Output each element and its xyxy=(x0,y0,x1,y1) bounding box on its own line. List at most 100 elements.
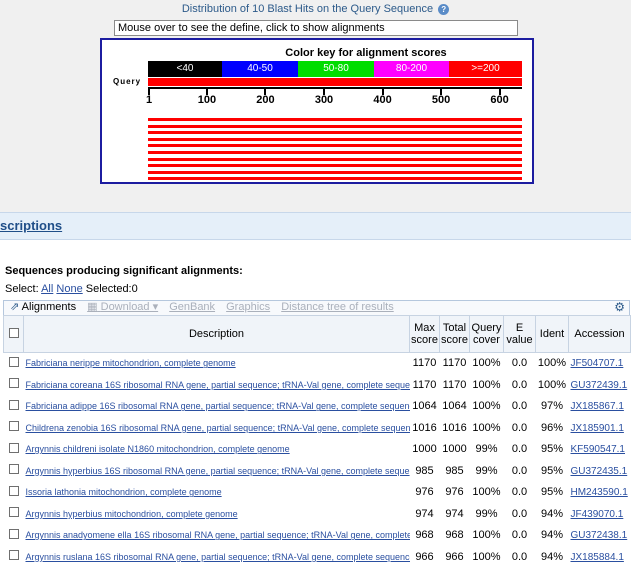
hit-bar[interactable] xyxy=(148,144,522,148)
hit-bar[interactable] xyxy=(148,164,522,168)
row-check-cell xyxy=(4,353,24,375)
distance-tree-link[interactable]: Distance tree of results xyxy=(281,301,394,313)
header-accession[interactable]: Accession xyxy=(568,315,631,353)
descriptions-heading[interactable]: scriptions xyxy=(0,218,62,233)
hit-bar[interactable] xyxy=(148,151,522,154)
hit-bar[interactable] xyxy=(148,157,522,161)
axis-tick-label: 1 xyxy=(145,94,153,106)
e-value-cell: 0.0 xyxy=(511,400,528,413)
accession-cell: JF439070.1 xyxy=(569,503,631,525)
row-checkbox[interactable] xyxy=(8,464,19,475)
color-key-cell: 80-200 xyxy=(374,61,449,77)
header-description[interactable]: Description xyxy=(23,315,410,353)
description-cell: Argynnis childreni isolate N1860 mitocho… xyxy=(24,439,410,461)
row-checkbox[interactable] xyxy=(8,485,19,496)
e-value-cell: 0.0 xyxy=(511,464,528,477)
select-none-link[interactable]: None xyxy=(56,283,82,295)
row-checkbox[interactable] xyxy=(8,421,19,432)
accession-link[interactable]: JX185884.1 xyxy=(571,552,624,563)
accession-link[interactable]: KF590547.1 xyxy=(571,444,626,455)
accession-link[interactable]: GU372439.1 xyxy=(571,380,628,391)
max-score-cell: 985 xyxy=(415,464,434,477)
description-link[interactable]: Childrena zenobia 16S ribosomal RNA gene… xyxy=(26,423,410,433)
description-cell: Fabriciana coreana 16S ribosomal RNA gen… xyxy=(24,374,410,396)
accession-link[interactable]: GU372435.1 xyxy=(571,466,628,477)
header-e-value[interactable]: Evalue xyxy=(503,315,536,353)
description-link[interactable]: Argynnis hyperbius 16S ribosomal RNA gen… xyxy=(26,466,410,476)
description-link[interactable]: Argynnis childreni isolate N1860 mitocho… xyxy=(26,444,290,454)
accession-link[interactable]: HM243590.1 xyxy=(571,487,628,498)
query-cover-cell: 99% xyxy=(475,464,498,477)
row-check-cell xyxy=(4,417,24,439)
row-checkbox[interactable] xyxy=(8,507,19,518)
select-all-checkbox[interactable] xyxy=(8,327,19,338)
description-cell: Argynnis hyperbius 16S ribosomal RNA gen… xyxy=(24,460,410,482)
row-checkbox[interactable] xyxy=(8,399,19,410)
ident-cell: 94% xyxy=(540,550,564,563)
query-cover-cell: 100% xyxy=(472,400,501,413)
max-score-cell: 1170 xyxy=(412,378,437,391)
axis-tick-label: 500 xyxy=(431,94,451,106)
description-link[interactable]: Fabriciana adippe 16S ribosomal RNA gene… xyxy=(26,401,410,411)
accession-link[interactable]: GU372438.1 xyxy=(571,530,628,541)
row-check-cell xyxy=(4,482,24,504)
total-score-cell: 985 xyxy=(445,464,464,477)
total-score-cell: 1170 xyxy=(442,357,467,370)
table-header-row: Description Max score Total score Query cov… xyxy=(3,315,631,353)
hit-bar[interactable] xyxy=(148,177,522,181)
total-score-cell: 974 xyxy=(445,507,464,520)
description-link[interactable]: Issoria lathonia mitochondrion, complete… xyxy=(26,487,222,497)
help-icon[interactable]: ? xyxy=(438,3,450,15)
color-key: <40 40-50 50-80 80-200 >=200 xyxy=(148,61,522,77)
accession-link[interactable]: JF439070.1 xyxy=(571,509,624,520)
hit-bar[interactable] xyxy=(148,137,522,141)
color-key-cell: 50-80 xyxy=(298,61,374,77)
max-score-cell: 1000 xyxy=(412,443,437,456)
ident-cell: 94% xyxy=(540,529,564,542)
genbank-link[interactable]: GenBank xyxy=(169,301,215,313)
row-checkbox[interactable] xyxy=(8,356,19,367)
graphics-link[interactable]: Graphics xyxy=(226,301,270,313)
header-total-score[interactable]: Total score xyxy=(439,315,470,353)
header-max-score[interactable]: Max score xyxy=(409,315,440,353)
table-row: Argynnis hyperbius mitochondrion, comple… xyxy=(3,503,631,525)
descriptions-bar[interactable]: scriptions xyxy=(0,212,631,240)
select-row: Select: All None Selected:0 xyxy=(5,283,138,295)
table-row: Issoria lathonia mitochondrion, complete… xyxy=(3,482,631,504)
row-checkbox[interactable] xyxy=(8,528,19,539)
header-query-cover[interactable]: Query cover xyxy=(469,315,504,353)
header-ident[interactable]: Ident xyxy=(535,315,569,353)
row-checkbox[interactable] xyxy=(8,378,19,389)
description-link[interactable]: Fabriciana nerippe mitochondrion, comple… xyxy=(26,358,236,368)
ident-cell: 96% xyxy=(540,421,564,434)
select-all-link[interactable]: All xyxy=(41,283,53,295)
row-checkbox[interactable] xyxy=(8,442,19,453)
hit-bar[interactable] xyxy=(148,131,522,135)
description-link[interactable]: Argynnis hyperbius mitochondrion, comple… xyxy=(26,509,238,519)
accession-link[interactable]: JX185901.1 xyxy=(571,423,624,434)
axis-tick-label: 400 xyxy=(373,94,392,106)
ident-cell: 95% xyxy=(540,464,564,477)
color-key-cell: 40-50 xyxy=(222,61,298,77)
gear-icon[interactable]: ⚙ xyxy=(614,301,625,314)
axis-tick-label: 300 xyxy=(314,94,334,106)
blast-hits-graphic[interactable]: Color key for alignment scores <40 40-50 5… xyxy=(100,38,534,184)
description-link[interactable]: Fabriciana coreana 16S ribosomal RNA gen… xyxy=(26,380,410,390)
alignments-tab[interactable]: ⇗ Alignments xyxy=(10,301,76,313)
total-score-cell: 1000 xyxy=(442,443,467,456)
e-value-cell: 0.0 xyxy=(511,421,528,434)
description-cell: Fabriciana nerippe mitochondrion, comple… xyxy=(24,353,410,375)
description-link[interactable]: Argynnis ruslana 16S ribosomal RNA gene,… xyxy=(26,552,410,562)
table-row: Fabriciana coreana 16S ribosomal RNA gen… xyxy=(3,374,631,396)
hit-bar[interactable] xyxy=(148,170,522,174)
accession-link[interactable]: JF504707.1 xyxy=(571,358,624,369)
hit-bar[interactable] xyxy=(148,118,522,121)
row-check-cell xyxy=(4,525,24,547)
accession-link[interactable]: JX185867.1 xyxy=(571,401,624,412)
accession-cell: GU372435.1 xyxy=(569,460,631,482)
distribution-title-text: Distribution of 10 Blast Hits on the Que… xyxy=(181,3,434,15)
row-checkbox[interactable] xyxy=(8,550,19,561)
hit-bar[interactable] xyxy=(148,124,522,128)
download-button[interactable]: ▦ Download ▾ xyxy=(87,301,158,313)
description-link[interactable]: Argynnis anadyomene ella 16S ribosomal R… xyxy=(26,530,410,540)
